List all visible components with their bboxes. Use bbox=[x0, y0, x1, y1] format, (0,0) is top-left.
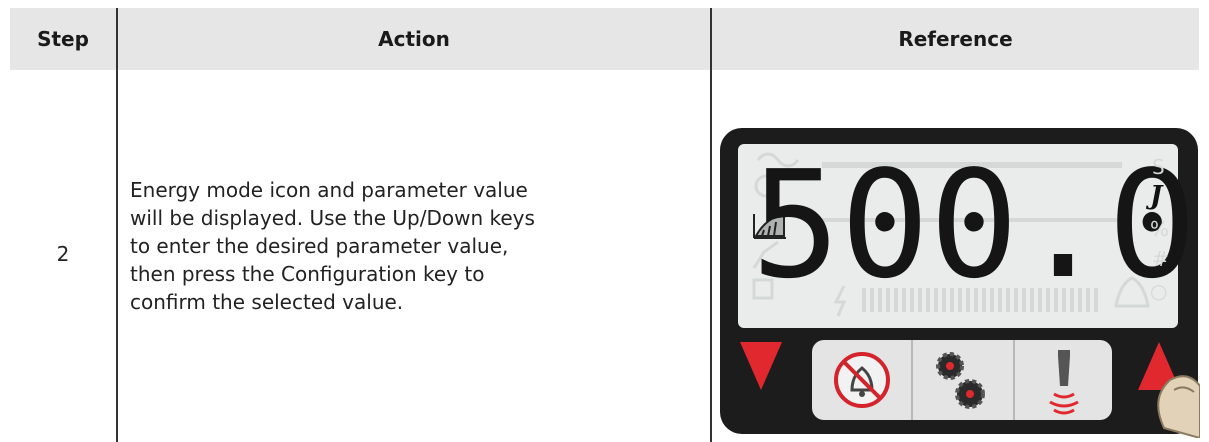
action-text: Energy mode icon and parameter value wil… bbox=[130, 176, 700, 316]
lcd-display: 500.0 J S % # ○ bbox=[738, 139, 1197, 328]
action-line: then press the Configuration key to bbox=[130, 262, 485, 286]
step-number: 2 bbox=[56, 242, 70, 266]
alarm-reset-button[interactable] bbox=[816, 342, 910, 418]
column-divider-1 bbox=[116, 8, 118, 442]
header-step: Step bbox=[37, 27, 89, 51]
circle-unit: ○ bbox=[1150, 279, 1167, 303]
value-readout: 500.0 bbox=[751, 139, 1197, 311]
header-reference: Reference bbox=[898, 27, 1013, 51]
configuration-button[interactable] bbox=[914, 342, 1012, 418]
action-line: confirm the selected value. bbox=[130, 290, 404, 314]
seconds-unit: S bbox=[1152, 155, 1165, 179]
alarm-reset-icon bbox=[834, 352, 890, 408]
percent-unit: % bbox=[1150, 217, 1169, 241]
control-panel: 500.0 J S % # ○ bbox=[720, 128, 1200, 438]
count-unit: # bbox=[1152, 247, 1169, 271]
column-divider-2 bbox=[710, 8, 712, 442]
finger-icon bbox=[1157, 375, 1200, 438]
action-line: will be displayed. Use the Up/Down keys bbox=[130, 206, 535, 230]
action-line: Energy mode icon and parameter value bbox=[130, 178, 528, 202]
action-line: to enter the desired parameter value, bbox=[130, 234, 509, 258]
horn-test-button[interactable] bbox=[1016, 342, 1110, 418]
header-action: Action bbox=[378, 27, 450, 51]
